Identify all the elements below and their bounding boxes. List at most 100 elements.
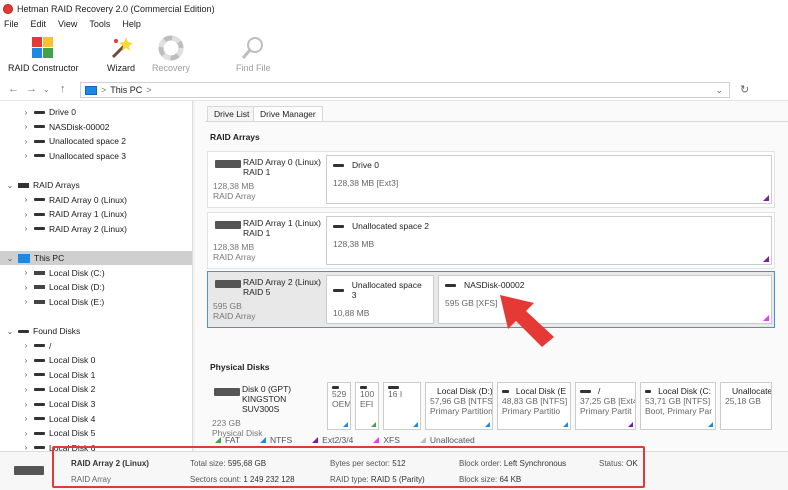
window-title: Hetman RAID Recovery 2.0 (Commercial Edi… [17,3,215,14]
chevron-right-icon[interactable]: › [22,151,30,160]
sidebar-item-label: This PC [34,253,65,263]
sidebar-item[interactable]: ⌄ This PC [0,251,192,265]
partition-name: Unallocated [732,386,772,396]
menu-tools[interactable]: Tools [89,19,110,29]
menu-help[interactable]: Help [122,19,141,29]
tab-drive-list[interactable]: Drive List [207,106,257,121]
partition-type: OEM [332,399,351,409]
chevron-down-icon[interactable]: ⌄ [6,181,14,190]
chevron-right-icon[interactable]: › [22,385,30,394]
sidebar-item[interactable]: › Drive 0 [0,105,192,119]
partition-block[interactable]: Local Disk (D:) 57,96 GB [NTFS] Primary Pa… [425,382,493,430]
chevron-right-icon[interactable]: › [22,443,30,451]
chevron-right-icon[interactable]: › [22,297,30,306]
chevron-right-icon[interactable]: › [22,341,30,350]
raid-array-card[interactable]: RAID Array 0 (Linux) RAID 1 128,38 MB RAID … [207,151,775,208]
menu-view[interactable]: View [58,19,77,29]
drive-icon [34,417,45,421]
partition-block[interactable]: /37,25 GB [Ext4] Primary Partit [575,382,636,430]
partition-block[interactable]: Local Disk (C: 53,71 GB [NTFS] Boot, Prima… [640,382,716,430]
drive-icon [445,283,456,287]
chevron-right-icon[interactable]: › [22,210,30,219]
chevron-right-icon[interactable]: › [22,137,30,146]
sidebar-item[interactable]: › Local Disk 1 [0,368,192,382]
sidebar-item[interactable]: ⌄ Found Disks [0,324,192,338]
app-icon [3,3,13,14]
address-bar[interactable]: > This PC > ⌄ [80,82,730,98]
sidebar-item-label: NASDisk-00002 [49,121,110,132]
history-chevron-icon[interactable]: ⌄ [43,85,50,94]
recovery-button[interactable]: Recovery [152,35,190,73]
sidebar-item[interactable]: › Unallocated space 2 [0,134,192,148]
raid-member-partition[interactable]: Unallocated space 2 128,38 MB [326,216,772,265]
chevron-right-icon[interactable]: › [22,400,30,409]
up-arrow-icon[interactable]: ↑ [60,83,66,95]
refresh-icon[interactable]: ↻ [740,83,749,96]
sidebar-item[interactable]: › NASDisk-00002 [0,120,192,134]
chevron-right-icon[interactable]: › [22,224,30,233]
legend-item: Unallocated [419,435,475,445]
menu-bar: File Edit View Tools Help [0,17,788,31]
sidebar-item[interactable]: › Local Disk 0 [0,353,192,367]
raid-array-card[interactable]: RAID Array 1 (Linux) RAID 1 128,38 MB RAID … [207,212,775,269]
raid-array-card[interactable]: RAID Array 2 (Linux) RAID 5 595 GB RAID Arr… [207,271,775,328]
sidebar-item[interactable]: › Local Disk 4 [0,412,192,426]
chevron-right-icon[interactable]: › [22,414,30,423]
chevron-right-icon[interactable]: › [22,195,30,204]
partition-type: Primary Partition [430,406,493,416]
sidebar-item[interactable]: › / [0,339,192,353]
tab-drive-manager[interactable]: Drive Manager [253,106,323,121]
chevron-down-icon[interactable]: ⌄ [6,254,14,263]
physical-disk-card[interactable]: Disk 0 (GPT) KINGSTON SUV300S 223 GB Phy… [207,381,315,438]
drive-icon [645,389,652,393]
find-file-label: Find File [236,63,271,73]
address-dropdown-icon[interactable]: ⌄ [715,85,723,96]
raid-member-partition[interactable]: Drive 0 128,38 MB [Ext3] [326,155,772,204]
drive-icon [34,387,45,391]
chevron-right-icon[interactable]: › [22,370,30,379]
partition-block[interactable]: Local Disk (E 48,83 GB [NTFS] Primary Part… [497,382,571,430]
forward-arrow-icon[interactable]: → [26,83,37,95]
filesystem-corner-mark [413,422,418,427]
sidebar-item-label: RAID Array 0 (Linux) [49,194,127,205]
menu-file[interactable]: File [4,19,19,29]
sidebar-item[interactable]: › Local Disk (E:) [0,295,192,309]
sidebar-item[interactable]: › Unallocated space 3 [0,149,192,163]
sidebar-item[interactable]: › Local Disk (D:) [0,280,192,294]
chevron-right-icon[interactable]: › [22,356,30,365]
menu-edit[interactable]: Edit [31,19,47,29]
chevron-right-icon[interactable]: › [22,122,30,131]
sidebar-item[interactable]: › Local Disk 2 [0,382,192,396]
partition-block[interactable]: 529 OEM [327,382,351,430]
sidebar-item[interactable]: › Local Disk 3 [0,397,192,411]
wizard-button[interactable]: Wizard [107,35,135,73]
sidebar-tree: › Drive 0 › NASDisk-00002 › Unallocated space… [0,101,193,451]
drive-icon [502,389,509,393]
sidebar-item[interactable]: › RAID Array 1 (Linux) [0,207,192,221]
sidebar-item[interactable]: › Local Disk (C:) [0,266,192,280]
wizard-label: Wizard [107,63,136,73]
sidebar-item[interactable]: › RAID Array 2 (Linux) [0,222,192,236]
member-name: Unallocated space 3 [351,280,422,300]
chevron-right-icon[interactable]: › [22,429,30,438]
chevron-right-icon[interactable]: › [22,108,30,117]
find-file-button[interactable]: Find File [236,35,271,73]
sidebar-item[interactable]: ⌄ RAID Arrays [0,178,192,192]
partition-block[interactable]: 100 EFI [355,382,379,430]
raid-constructor-button[interactable]: RAID Constructor [8,35,79,73]
chevron-down-icon[interactable]: ⌄ [6,327,14,336]
raid-member-partition[interactable]: NASDisk-00002 595 GB [XFS] [438,275,772,324]
raid-member-partition[interactable]: Unallocated space 3 10,88 MB [326,275,434,324]
sidebar-item-label: Local Disk 5 [49,428,96,439]
partition-block[interactable]: 16 I [383,382,421,430]
partition-block[interactable]: Unallocated25,18 GB [720,382,772,430]
partition-name: Local Disk (D:) [437,386,493,396]
chevron-right-icon[interactable]: › [22,268,30,277]
address-path: This PC [110,85,143,95]
chevron-right-icon[interactable]: › [22,283,30,292]
sidebar-item-label: Unallocated space 3 [49,150,127,161]
member-detail: 128,38 MB [Ext3] [333,178,399,188]
sidebar-item[interactable]: › RAID Array 0 (Linux) [0,193,192,207]
sidebar-item[interactable]: › Local Disk 5 [0,426,192,440]
back-arrow-icon[interactable]: ← [8,83,19,95]
